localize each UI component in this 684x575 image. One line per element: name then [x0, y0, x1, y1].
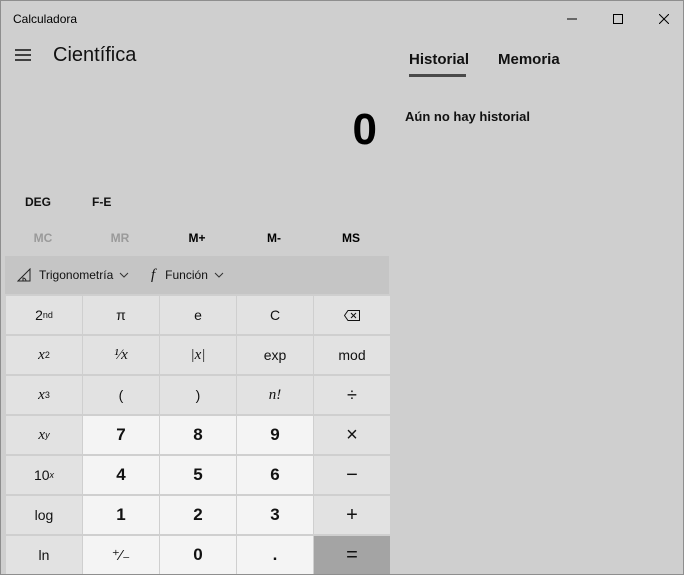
ten-power-sup: x: [49, 470, 55, 480]
trigonometry-label: Trigonometría: [39, 268, 114, 282]
chevron-down-icon: [214, 272, 224, 278]
absolute-value-button[interactable]: |x|: [160, 336, 236, 374]
digit-6-button[interactable]: 6: [237, 456, 313, 494]
digit-5-button[interactable]: 5: [160, 456, 236, 494]
second-sup: nd: [42, 310, 53, 320]
mod-button[interactable]: mod: [314, 336, 390, 374]
exp-button[interactable]: exp: [237, 336, 313, 374]
power-button[interactable]: xy: [6, 416, 82, 454]
memory-recall-button[interactable]: MR: [100, 231, 140, 245]
digit-1-button[interactable]: 1: [83, 496, 159, 534]
second-label: 2: [35, 307, 43, 323]
add-button[interactable]: +: [314, 496, 390, 534]
square-base: x: [38, 346, 45, 363]
triangle-ruler-icon: [17, 268, 31, 282]
ten-power-button[interactable]: 10 x: [6, 456, 82, 494]
trigonometry-dropdown[interactable]: Trigonometría: [17, 256, 129, 294]
backspace-icon: [344, 309, 360, 321]
e-button[interactable]: e: [160, 296, 236, 334]
cube-base: x: [38, 386, 45, 403]
decimal-button[interactable]: .: [237, 536, 313, 574]
function-label: Función: [165, 268, 208, 282]
memory-store-button[interactable]: MS: [331, 231, 371, 245]
navigation-menu-button[interactable]: [11, 45, 35, 65]
minimize-icon: [567, 18, 577, 20]
cube-button[interactable]: x3: [6, 376, 82, 414]
function-bar: Trigonometría f Función: [5, 256, 389, 294]
digit-3-button[interactable]: 3: [237, 496, 313, 534]
equals-button[interactable]: =: [314, 536, 390, 574]
square-button[interactable]: x2: [6, 336, 82, 374]
close-button[interactable]: [641, 1, 684, 37]
calculator-mode-title: Científica: [53, 44, 137, 66]
second-function-button[interactable]: 2nd: [6, 296, 82, 334]
factorial-button[interactable]: n!: [237, 376, 313, 414]
ln-button[interactable]: ln: [6, 536, 82, 574]
memory-subtract-button[interactable]: M-: [254, 231, 294, 245]
calculator-window: Calculadora Científica Historial Memoria…: [0, 0, 684, 575]
negate-button[interactable]: ⁺⁄₋: [83, 536, 159, 574]
backspace-button[interactable]: [314, 296, 390, 334]
memory-clear-button[interactable]: MC: [23, 231, 63, 245]
digit-8-button[interactable]: 8: [160, 416, 236, 454]
clear-button[interactable]: C: [237, 296, 313, 334]
square-sup: 2: [44, 350, 50, 360]
hamburger-icon: [15, 49, 31, 61]
tab-memoria[interactable]: Memoria: [498, 51, 560, 68]
ten-power-base: 10: [33, 467, 50, 483]
function-dropdown[interactable]: f Función: [151, 256, 224, 294]
maximize-button[interactable]: [595, 1, 641, 37]
right-paren-button[interactable]: ): [160, 376, 236, 414]
title-bar: Calculadora: [1, 1, 683, 37]
memory-add-button[interactable]: M+: [177, 231, 217, 245]
abs-label: |x|: [190, 346, 206, 363]
function-f-icon: f: [151, 266, 156, 283]
factorial-label: n!: [268, 386, 282, 403]
digit-2-button[interactable]: 2: [160, 496, 236, 534]
multiply-button[interactable]: ×: [314, 416, 390, 454]
digit-9-button[interactable]: 9: [237, 416, 313, 454]
angle-unit-button[interactable]: DEG: [25, 195, 51, 209]
digit-7-button[interactable]: 7: [83, 416, 159, 454]
window-title: Calculadora: [13, 12, 78, 26]
chevron-down-icon: [119, 272, 129, 278]
digit-4-button[interactable]: 4: [83, 456, 159, 494]
minimize-button[interactable]: [549, 1, 595, 37]
cube-sup: 3: [44, 390, 50, 400]
history-empty-message: Aún no hay historial: [405, 109, 530, 124]
subtract-button[interactable]: −: [314, 456, 390, 494]
maximize-icon: [613, 14, 623, 24]
power-sup: y: [45, 430, 50, 440]
reciprocal-label: ¹⁄x: [114, 346, 128, 363]
active-tab-indicator: [409, 74, 466, 77]
digit-0-button[interactable]: 0: [160, 536, 236, 574]
display-value: 0: [352, 105, 377, 154]
divide-button[interactable]: ÷: [314, 376, 390, 414]
pi-button[interactable]: π: [83, 296, 159, 334]
fe-button[interactable]: F-E: [92, 195, 111, 209]
close-icon: [659, 14, 669, 24]
left-paren-button[interactable]: (: [83, 376, 159, 414]
reciprocal-button[interactable]: ¹⁄x: [83, 336, 159, 374]
log-button[interactable]: log: [6, 496, 82, 534]
tab-historial[interactable]: Historial: [409, 51, 469, 68]
